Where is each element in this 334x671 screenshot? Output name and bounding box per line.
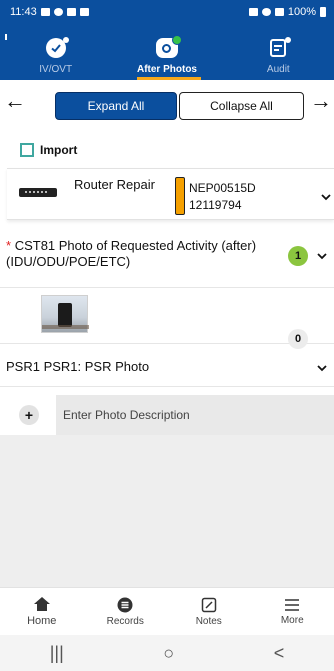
nav-more-label: More (280, 614, 304, 626)
photo-count-badge: 1 (288, 246, 308, 266)
status-time: 11:43 (10, 6, 37, 18)
nav-records[interactable]: Records (84, 588, 168, 635)
import-label: Import (40, 143, 78, 157)
app-icon (79, 8, 89, 16)
import-checkbox[interactable] (20, 143, 34, 157)
device-tag-bar (175, 177, 185, 215)
nav-notes[interactable]: Notes (167, 588, 251, 635)
tab-after-photos-label: After Photos (136, 64, 197, 75)
home-icon (33, 597, 50, 611)
nav-home[interactable]: Home (0, 588, 84, 635)
import-row: Import (20, 143, 77, 157)
notes-icon (201, 597, 216, 612)
chevron-down-icon[interactable] (320, 191, 332, 203)
device-card[interactable]: Router Repair NEP00515D 12119794 (7, 168, 334, 220)
tab-bar: IV/OVT After Photos Audit (0, 24, 334, 80)
device-id-line2: 12119794 (189, 198, 242, 212)
nav-records-label: Records (106, 615, 144, 627)
notification-icon (66, 8, 76, 16)
tab-audit[interactable]: Audit (223, 24, 334, 80)
check-circle-icon (43, 36, 69, 60)
settings-icon (53, 8, 63, 16)
forward-arrow-icon[interactable]: → (308, 90, 334, 112)
status-bar: 11:43 100% (0, 0, 334, 24)
clipboard-icon (265, 36, 292, 60)
system-home-button[interactable]: ○ (163, 643, 174, 664)
photo-description-input[interactable] (56, 395, 334, 435)
message-icon (40, 8, 50, 16)
collapse-all-button[interactable]: Collapse All (179, 92, 304, 120)
tab-iv-ovt[interactable]: IV/OVT (0, 24, 111, 80)
nav-more[interactable]: More (251, 588, 334, 635)
expand-all-button[interactable]: Expand All (55, 92, 177, 120)
system-back-button[interactable]: < (274, 643, 285, 664)
tab-after-photos[interactable]: After Photos (111, 24, 222, 80)
cst81-section[interactable]: * CST81 Photo of Requested Activity (aft… (0, 228, 334, 288)
signal-icon (274, 8, 284, 16)
battery-percent: 100% (287, 6, 316, 18)
tab-iv-ovt-label: IV/OVT (39, 64, 73, 75)
psr1-title: PSR1 PSR1: PSR Photo (6, 359, 150, 374)
battery-icon (320, 7, 326, 17)
photo-count-badge: 0 (288, 329, 308, 349)
cst81-title-text: CST81 Photo of Requested Activity (after… (6, 238, 257, 269)
toolbar: ← Expand All Collapse All → (0, 84, 334, 126)
nav-home-label: Home (27, 615, 57, 627)
device-id: NEP00515D 12119794 (189, 180, 256, 214)
nfc-icon (248, 8, 258, 16)
router-icon (19, 188, 57, 197)
photo-description-row: + (0, 395, 334, 435)
device-name: Router Repair (74, 177, 155, 192)
nav-notes-label: Notes (195, 615, 222, 627)
tab-audit-label: Audit (266, 64, 290, 75)
system-nav-bar: ||| ○ < (0, 635, 334, 671)
recents-button[interactable]: ||| (50, 643, 64, 664)
menu-icon (285, 598, 300, 611)
add-photo-button[interactable]: + (19, 405, 39, 425)
photo-thumbnail-row (0, 290, 334, 344)
bottom-nav: Home Records Notes More (0, 587, 334, 635)
camera-icon (154, 35, 182, 60)
wifi-icon (261, 8, 271, 16)
required-marker: * (6, 238, 12, 253)
psr1-section[interactable]: PSR1 PSR1: PSR Photo (0, 345, 334, 387)
empty-area (0, 435, 334, 587)
back-arrow-icon[interactable]: ← (2, 90, 28, 112)
chevron-down-icon[interactable] (316, 362, 328, 374)
cst81-title: * CST81 Photo of Requested Activity (aft… (6, 238, 271, 270)
device-id-line1: NEP00515D (189, 181, 256, 195)
records-icon (117, 597, 133, 612)
chevron-down-icon[interactable] (316, 250, 328, 262)
photo-thumbnail[interactable] (41, 295, 89, 333)
